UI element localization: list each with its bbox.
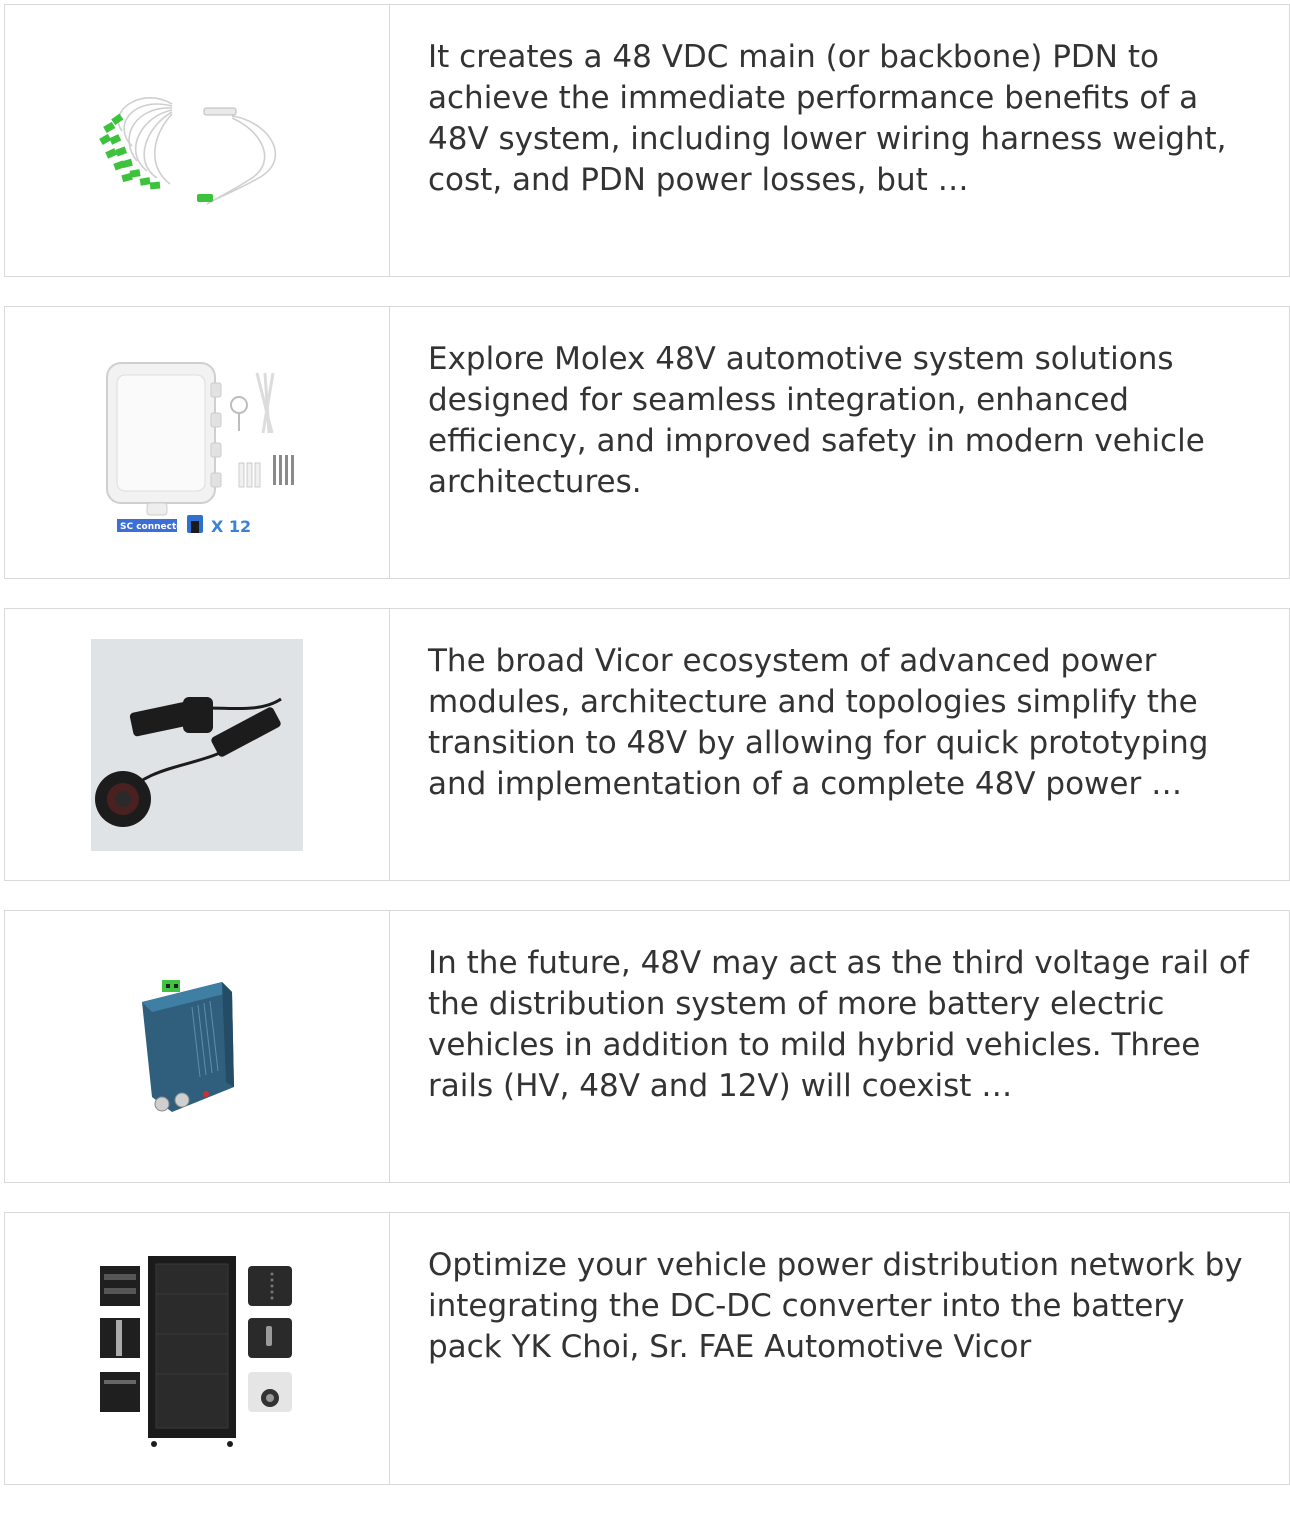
sc-connector-label: SC connector	[120, 522, 187, 532]
list-item[interactable]: SC connector X 12 Explore Molex 48V auto…	[4, 306, 1290, 579]
thumbnail-cell	[5, 1213, 390, 1484]
cable-connector-image[interactable]	[91, 638, 303, 851]
list-item[interactable]: It creates a 48 VDC main (or backbone) P…	[4, 4, 1290, 277]
list-item[interactable]: Optimize your vehicle power distribution…	[4, 1212, 1290, 1485]
item-description[interactable]: In the future, 48V may act as the third …	[428, 943, 1253, 1107]
list-item[interactable]: In the future, 48V may act as the third …	[4, 910, 1290, 1183]
description-cell: In the future, 48V may act as the third …	[390, 911, 1289, 1182]
item-description[interactable]: The broad Vicor ecosystem of advanced po…	[428, 641, 1253, 805]
description-cell: Optimize your vehicle power distribution…	[390, 1213, 1289, 1484]
distribution-box-image[interactable]: SC connector X 12	[87, 343, 307, 543]
optical-receiver-image[interactable]	[122, 972, 272, 1122]
item-description[interactable]: It creates a 48 VDC main (or backbone) P…	[428, 37, 1253, 201]
fiber-splitter-image[interactable]	[92, 66, 302, 216]
thumbnail-cell	[5, 5, 390, 276]
server-cabinet-image[interactable]	[92, 1244, 302, 1454]
item-description[interactable]: Explore Molex 48V automotive system solu…	[428, 339, 1253, 503]
description-cell: It creates a 48 VDC main (or backbone) P…	[390, 5, 1289, 276]
item-description[interactable]: Optimize your vehicle power distribution…	[428, 1245, 1253, 1368]
description-cell: The broad Vicor ecosystem of advanced po…	[390, 609, 1289, 880]
thumbnail-cell	[5, 911, 390, 1182]
list-item[interactable]: The broad Vicor ecosystem of advanced po…	[4, 608, 1290, 881]
connector-count-label: X 12	[211, 517, 251, 536]
description-cell: Explore Molex 48V automotive system solu…	[390, 307, 1289, 578]
result-list: It creates a 48 VDC main (or backbone) P…	[4, 4, 1290, 1514]
thumbnail-cell	[5, 609, 390, 880]
thumbnail-cell: SC connector X 12	[5, 307, 390, 578]
